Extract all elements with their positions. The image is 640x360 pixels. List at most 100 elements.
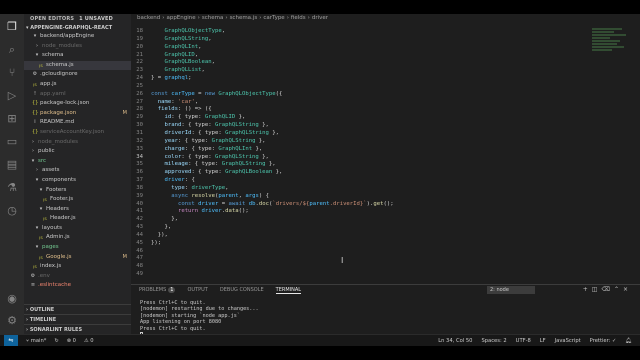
code-line[interactable]: 18 GraphQLObjectType, xyxy=(131,28,571,36)
code-line[interactable]: 41 return driver.data(); xyxy=(131,208,571,216)
breadcrumb-item[interactable]: driver xyxy=(312,15,328,21)
breadcrumb-item[interactable]: schema.js xyxy=(230,15,258,21)
trash-icon[interactable]: ⌫ xyxy=(601,286,613,293)
settings-gear-icon[interactable]: ⚙ xyxy=(5,314,19,328)
sync-button[interactable]: ↻ xyxy=(54,338,58,344)
extensions-icon[interactable]: ⊞ xyxy=(5,112,19,126)
file-item[interactable]: ⚙ .env xyxy=(24,272,131,282)
prettier-status[interactable]: Prettier: ✓ xyxy=(590,338,617,344)
folder-item[interactable]: ▾ pages xyxy=(24,243,131,253)
end-of-line[interactable]: LF xyxy=(540,338,546,344)
indentation[interactable]: Spaces: 2 xyxy=(481,338,506,344)
folder-item[interactable]: › assets xyxy=(24,166,131,176)
file-item[interactable]: ⚙ .gcloudignore xyxy=(24,70,131,80)
code-line[interactable]: 20 GraphQLInt, xyxy=(131,44,571,52)
tab-debug-console[interactable]: DEBUG CONSOLE xyxy=(220,287,264,293)
code-line[interactable]: 29 id: { type: GraphQLID }, xyxy=(131,114,571,122)
split-terminal-icon[interactable]: ◫ xyxy=(592,286,602,293)
folder-item[interactable]: ▾ backend/appEngine xyxy=(24,32,131,42)
folder-item[interactable]: ▾ components xyxy=(24,176,131,186)
code-line[interactable]: 26 const carType = new GraphQLObjectType(… xyxy=(131,91,571,99)
code-line[interactable]: 25 xyxy=(131,83,571,91)
outline-section[interactable]: › OUTLINE xyxy=(24,304,131,314)
folder-item[interactable]: › public xyxy=(24,147,131,157)
file-item[interactable]: {} package-lock.json xyxy=(24,99,131,109)
sonarlint-section[interactable]: › SONARLINT RULES xyxy=(24,324,131,334)
file-item[interactable]: JS Admin.js xyxy=(24,233,131,243)
encoding[interactable]: UTF-8 xyxy=(516,338,531,344)
minimap[interactable] xyxy=(592,28,632,88)
breadcrumb-item[interactable]: backend xyxy=(137,15,160,21)
code-line[interactable]: 48 xyxy=(131,263,571,271)
code-line[interactable]: 21 GraphQLID, xyxy=(131,52,571,60)
warnings-indicator[interactable]: ⚠ 0 xyxy=(84,338,94,344)
code-line[interactable]: 46 xyxy=(131,248,571,256)
code-lines[interactable]: 18 GraphQLObjectType, 19 GraphQLString, 20… xyxy=(131,28,571,279)
editor-scrollbar[interactable] xyxy=(634,28,640,278)
code-line[interactable]: 39 async resolve(parent, args) { xyxy=(131,193,571,201)
code-line[interactable]: 32 year: { type: GraphQLString }, xyxy=(131,138,571,146)
cursor-position[interactable]: Ln 34, Col 50 xyxy=(438,338,472,344)
breadcrumb-item[interactable]: fields xyxy=(291,15,306,21)
file-item[interactable]: ! app.yaml xyxy=(24,90,131,100)
code-line[interactable]: 23 GraphQLList, xyxy=(131,67,571,75)
code-line[interactable]: 47 xyxy=(131,255,571,263)
tab-problems[interactable]: PROBLEMS 1 xyxy=(139,287,176,293)
code-line[interactable]: 24} = graphql; xyxy=(131,75,571,83)
code-line[interactable]: 30 brand: { type: GraphQLString }, xyxy=(131,122,571,130)
file-item[interactable]: JS Google.js M xyxy=(24,253,131,263)
notifications-bell-icon[interactable]: 🔔︎ xyxy=(625,338,632,344)
breadcrumb-item[interactable]: carType xyxy=(263,15,284,21)
code-line[interactable]: 33 charge: { type: GraphQLInt }, xyxy=(131,146,571,154)
folder-item[interactable]: › node_modules xyxy=(24,138,131,148)
timeline-section[interactable]: › TIMELINE xyxy=(24,314,131,324)
test-icon[interactable]: ⚗ xyxy=(5,181,19,195)
branch-indicator[interactable]: ⑂ main* xyxy=(26,338,46,344)
project-header[interactable]: ▾ APPENGINE-GRAPHQL-REACT xyxy=(24,23,131,32)
history-icon[interactable]: ◷ xyxy=(5,204,19,218)
docker-icon[interactable]: ▤ xyxy=(5,158,19,172)
maximize-icon[interactable]: ⌃ xyxy=(614,286,623,293)
explorer-icon[interactable]: ❐ xyxy=(5,20,19,34)
breadcrumb-item[interactable]: schema xyxy=(202,15,224,21)
file-item[interactable]: {} package.json M xyxy=(24,109,131,119)
tab-terminal[interactable]: TERMINAL xyxy=(275,287,302,294)
search-icon[interactable]: ⌕ xyxy=(5,43,19,57)
file-item[interactable]: JS Header.js xyxy=(24,214,131,224)
errors-indicator[interactable]: ⊗ 0 xyxy=(67,338,76,344)
code-line[interactable]: 42 }, xyxy=(131,216,571,224)
code-editor[interactable]: backend › appEngine › schema › schema.js › carTy… xyxy=(131,14,640,284)
code-line[interactable]: 36 approved: { type: GraphQLBoolean }, xyxy=(131,169,571,177)
code-line[interactable]: 27 name: 'car', xyxy=(131,99,571,107)
code-line[interactable]: 38 type: driverType, xyxy=(131,185,571,193)
file-item[interactable]: ≡ .eslintcache xyxy=(24,281,131,291)
code-line[interactable]: 34 color: { type: GraphQLString }, xyxy=(131,154,571,162)
run-debug-icon[interactable]: ▷ xyxy=(5,89,19,103)
code-line[interactable]: 44 }), xyxy=(131,232,571,240)
remote-explorer-icon[interactable]: ▭ xyxy=(5,135,19,149)
folder-item[interactable]: ▾ layouts xyxy=(24,224,131,234)
code-line[interactable]: 22 GraphQLBoolean, xyxy=(131,59,571,67)
file-item[interactable]: {} serviceAccountKey.json xyxy=(24,128,131,138)
code-line[interactable]: 35 mileage: { type: GraphQLString }, xyxy=(131,161,571,169)
remote-icon[interactable]: ⇋ xyxy=(4,335,18,346)
file-item[interactable]: JS app.js xyxy=(24,80,131,90)
folder-item[interactable]: ▾ Footers xyxy=(24,186,131,196)
close-panel-icon[interactable]: × xyxy=(623,286,632,293)
new-terminal-icon[interactable]: + xyxy=(583,286,592,293)
code-line[interactable]: 49 xyxy=(131,271,571,279)
file-item[interactable]: JS Footer.js xyxy=(24,195,131,205)
folder-item[interactable]: ▾ src xyxy=(24,157,131,167)
code-line[interactable]: 28 fields: () => ({ xyxy=(131,106,571,114)
code-line[interactable]: 31 driverId: { type: GraphQLString }, xyxy=(131,130,571,138)
open-editors-header[interactable]: OPEN EDITORS 1 UNSAVED xyxy=(24,14,131,23)
file-item[interactable]: i README.md xyxy=(24,118,131,128)
code-line[interactable]: 43 }, xyxy=(131,224,571,232)
code-line[interactable]: 37 driver: { xyxy=(131,177,571,185)
language-mode[interactable]: JavaScript xyxy=(555,338,581,344)
code-line[interactable]: 45}); xyxy=(131,240,571,248)
file-item[interactable]: JS schema.js xyxy=(24,60,131,71)
code-line[interactable]: 40 const driver = await db.doc(`drivers/… xyxy=(131,201,571,209)
breadcrumb-item[interactable]: appEngine xyxy=(166,15,195,21)
file-item[interactable]: JS index.js xyxy=(24,262,131,272)
